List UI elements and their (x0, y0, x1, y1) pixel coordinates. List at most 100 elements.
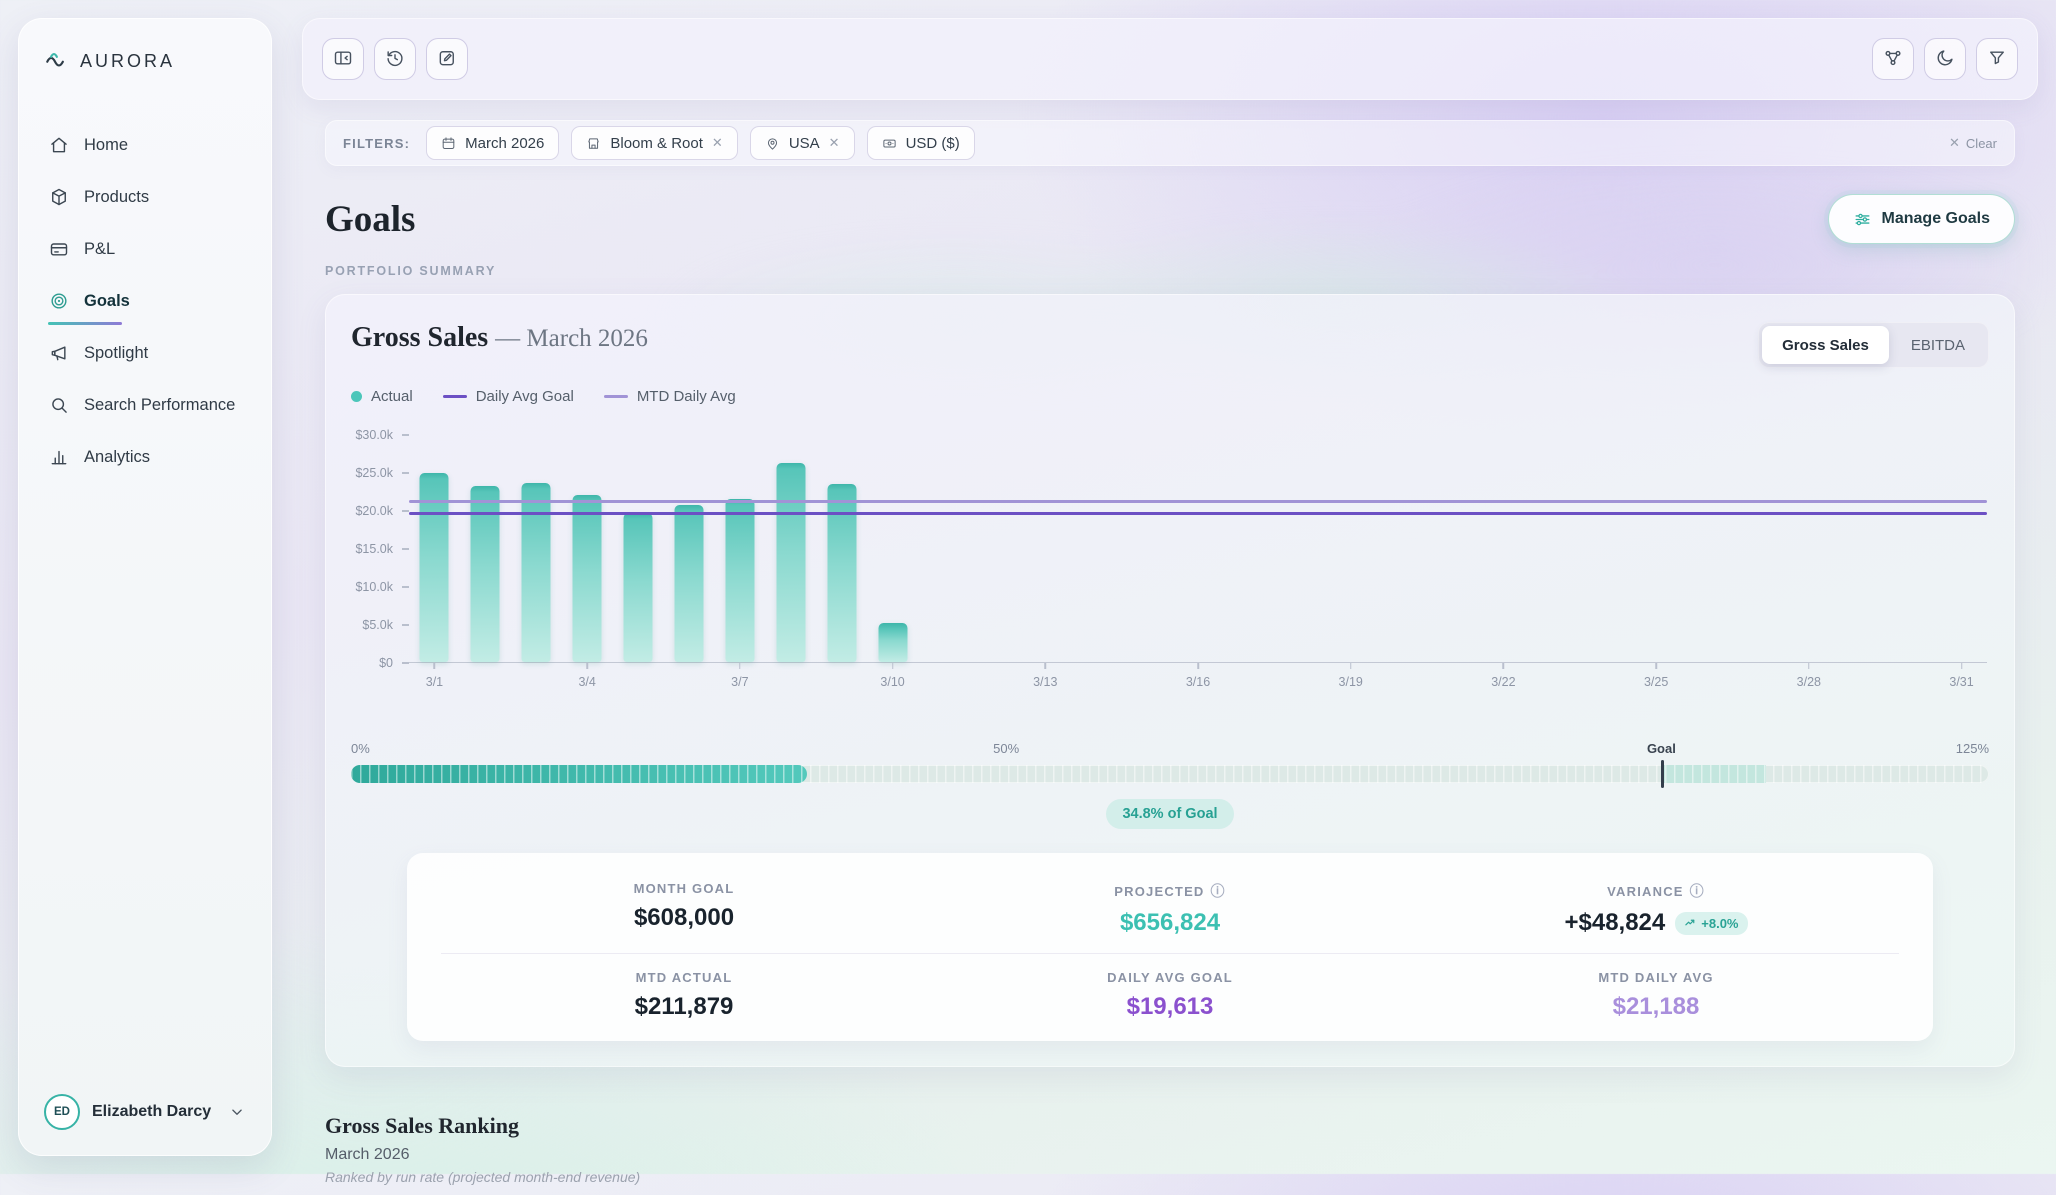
products-icon (48, 187, 70, 207)
section-label: PORTFOLIO SUMMARY (325, 264, 2015, 278)
x-axis-tick (586, 663, 588, 669)
sidebar-item-label: Search Performance (84, 396, 235, 415)
stat-value: $211,879 (635, 993, 734, 1021)
legend-label: Actual (371, 388, 413, 405)
stat-label: MONTH GOAL (634, 881, 735, 896)
close-icon: ✕ (1949, 135, 1960, 151)
toggle-gross-sales[interactable]: Gross Sales (1762, 326, 1889, 364)
stat-daily-avg-goal: DAILY AVG GOAL$19,613 (927, 953, 1413, 1027)
y-axis-tick (402, 624, 409, 626)
filters-bar: FILTERS: March 2026Bloom & Root✕USA✕USD … (325, 120, 2015, 166)
gross-sales-card: Gross Sales — March 2026 Gross SalesEBIT… (325, 294, 2015, 1067)
sidebar-item-search-performance[interactable]: Search Performance (38, 379, 252, 431)
x-axis-label: 3/13 (1033, 675, 1057, 689)
sidebar-item-analytics[interactable]: Analytics (38, 431, 252, 483)
card-title-sub: — March 2026 (495, 325, 648, 352)
stat-projected: PROJECTED ⓘ $656,824 (927, 875, 1413, 953)
x-axis-label: 3/25 (1644, 675, 1668, 689)
stat-label: VARIANCE (1607, 884, 1684, 899)
collapse-sidebar-icon (333, 48, 353, 71)
y-axis-label: $5.0k (362, 618, 393, 632)
stat-label: PROJECTED (1114, 884, 1204, 899)
home-icon (48, 135, 70, 155)
sidebar-item-p-l[interactable]: P&L (38, 223, 252, 275)
app-name: AURORA (80, 51, 175, 72)
toggle-ebitda[interactable]: EBITDA (1891, 326, 1985, 364)
compose-button[interactable] (426, 38, 468, 80)
x-axis-tick (1808, 663, 1810, 669)
store-icon (586, 136, 601, 151)
wave-icon (44, 46, 70, 77)
filter-icon (1987, 48, 2007, 71)
sidebar-nav: HomeProducts P&L GoalsSpotlight Search Perf… (38, 119, 252, 483)
card-title-main: Gross Sales (351, 322, 488, 353)
calendar-icon (441, 136, 456, 151)
bar-day-6 (674, 505, 703, 662)
history-button[interactable] (374, 38, 416, 80)
toolbar-left (322, 38, 468, 80)
legend-line-swatch (443, 395, 467, 399)
sidebar-item-products[interactable]: Products (38, 171, 252, 223)
legend-line-swatch (604, 395, 628, 399)
progress-tick-50: 50% (993, 741, 1019, 756)
x-axis-label: 3/19 (1339, 675, 1363, 689)
x-axis-tick (1655, 663, 1657, 669)
x-axis-label: 3/4 (578, 675, 595, 689)
user-menu[interactable]: ED Elizabeth Darcy (38, 1086, 252, 1138)
legend-item-actual: Actual (351, 388, 413, 405)
x-axis-label: 3/16 (1186, 675, 1210, 689)
filter-chip-bloom-root[interactable]: Bloom & Root ✕ (571, 126, 737, 160)
filter-chip-usa[interactable]: USA✕ (750, 126, 855, 160)
legend-item-mtd-daily-avg: MTD Daily Avg (604, 388, 736, 405)
filter-chip-label: March 2026 (465, 135, 544, 152)
manage-goals-button[interactable]: Manage Goals (1828, 194, 2015, 244)
y-axis-label: $30.0k (355, 428, 393, 442)
filter-chip-label: Bloom & Root (610, 135, 703, 152)
y-axis-tick (402, 510, 409, 512)
clear-filters-label: Clear (1966, 136, 1997, 151)
remove-filter-icon[interactable]: ✕ (829, 135, 840, 151)
remove-filter-icon[interactable]: ✕ (712, 135, 723, 151)
info-icon[interactable]: ⓘ (1690, 881, 1705, 901)
filter-chip-march-2026[interactable]: March 2026 (426, 126, 559, 160)
spotlight-icon (48, 343, 70, 363)
filter-chip-label: USD ($) (906, 135, 960, 152)
x-axis-tick (434, 663, 436, 669)
dark-mode-button[interactable] (1924, 38, 1966, 80)
x-axis-tick (1961, 663, 1963, 669)
stats-panel: MONTH GOAL$608,000 PROJECTED ⓘ $656,824 VARI… (407, 853, 1933, 1041)
filter-chip-usd[interactable]: USD ($) (867, 126, 975, 160)
refline-daily-avg-goal (409, 512, 1987, 515)
legend-item-daily-avg-goal: Daily Avg Goal (443, 388, 574, 405)
card-header: Gross Sales — March 2026 Gross SalesEBIT… (351, 322, 1989, 368)
workflow-icon (1883, 48, 1903, 71)
y-axis-label: $20.0k (355, 504, 393, 518)
goal-marker (1661, 760, 1664, 788)
chevron-down-icon[interactable] (228, 1103, 246, 1121)
stat-month-goal: MONTH GOAL$608,000 (441, 875, 927, 953)
analytics-icon (48, 447, 70, 467)
workflow-button[interactable] (1872, 38, 1914, 80)
y-axis-tick (402, 548, 409, 550)
clear-filters-button[interactable]: ✕ Clear (1949, 135, 1997, 151)
y-axis-tick (402, 434, 409, 436)
sidebar-item-label: Analytics (84, 448, 150, 467)
y-axis-label: $0 (379, 656, 393, 670)
bar-chart: $0$5.0k$10.0k$15.0k$20.0k$25.0k$30.0k 3/… (351, 435, 1989, 707)
sidebar-item-home[interactable]: Home (38, 119, 252, 171)
info-icon[interactable]: ⓘ (1211, 881, 1226, 901)
sidebar-item-label: P&L (84, 240, 115, 259)
bar-day-3 (522, 483, 551, 662)
filter-button[interactable] (1976, 38, 2018, 80)
ranking-section: Gross Sales Ranking March 2026 Ranked by… (325, 1113, 2015, 1195)
collapse-sidebar-button[interactable] (322, 38, 364, 80)
stat-mtd-actual: MTD ACTUAL$211,879 (441, 953, 927, 1027)
compose-icon (437, 48, 457, 71)
user-name: Elizabeth Darcy (92, 1103, 211, 1121)
y-axis-label: $25.0k (355, 466, 393, 480)
sidebar-item-spotlight[interactable]: Spotlight (38, 327, 252, 379)
sidebar-item-goals[interactable]: Goals (38, 275, 252, 327)
stat-value: $656,824 (1120, 909, 1220, 937)
stat-mtd-daily-avg: MTD DAILY AVG$21,188 (1413, 953, 1899, 1027)
avatar: ED (44, 1094, 80, 1130)
